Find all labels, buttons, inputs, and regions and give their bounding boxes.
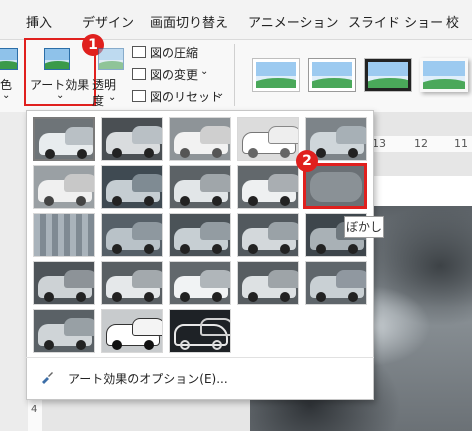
art-effect-photocopy[interactable] — [101, 309, 163, 353]
art-effect-watercolor[interactable] — [169, 213, 231, 257]
change-picture-icon — [132, 68, 146, 80]
art-effect-crisscross-etching[interactable] — [33, 261, 95, 305]
change-picture-arrow-icon[interactable]: ⌄ — [200, 66, 208, 77]
picture-style-thumb[interactable] — [364, 58, 412, 92]
blur-tooltip: ぼかし — [344, 216, 384, 238]
art-effect-pencil-grayscale[interactable] — [169, 117, 231, 161]
art-effect-paint-brush[interactable] — [169, 165, 231, 209]
art-effect-marker[interactable] — [101, 117, 163, 161]
art-effect-light-screen[interactable] — [101, 213, 163, 257]
ruler-mark: 4 — [31, 404, 38, 415]
art-effect-glass[interactable] — [305, 261, 367, 305]
art-effect-glow-edges[interactable] — [169, 309, 231, 353]
art-effect-plastic-wrap[interactable] — [169, 261, 231, 305]
art-effects-options-item[interactable]: アート効果のオプション(E)... — [38, 366, 358, 390]
change-picture-button[interactable]: 図の変更 — [150, 66, 198, 83]
transparency-icon — [98, 48, 124, 70]
ribbon-tabs: 挿入 デザイン 画面切り替え アニメーション スライド ショー 校 — [0, 0, 472, 40]
ribbon-separator — [234, 44, 235, 106]
art-effect-cement[interactable] — [33, 309, 95, 353]
art-effect-glow-diffused[interactable] — [237, 165, 299, 209]
ruler-mark: 12 — [414, 137, 428, 150]
art-effects-options-label: アート効果のオプション(E)... — [68, 372, 228, 386]
compress-button[interactable]: 図の圧縮 — [150, 44, 198, 61]
reset-picture-button[interactable]: 図のリセット — [150, 88, 222, 105]
art-effect-pastels-smooth[interactable] — [101, 261, 163, 305]
picture-style-thumb[interactable] — [420, 58, 468, 92]
picture-style-thumb[interactable] — [308, 58, 356, 92]
art-effect-chalk-sketch[interactable] — [33, 165, 95, 209]
reset-picture-arrow-icon[interactable]: ⌄ — [216, 88, 224, 99]
tab-design[interactable]: デザイン — [82, 12, 134, 31]
tab-insert[interactable]: 挿入 — [26, 12, 52, 31]
reset-picture-icon — [132, 90, 146, 102]
thumbnail-panel — [0, 112, 28, 431]
paintbrush-icon — [42, 372, 53, 384]
art-effect-none[interactable] — [33, 117, 95, 161]
tab-transitions[interactable]: 画面切り替え — [150, 12, 228, 31]
tab-slideshow[interactable]: スライド ショー — [348, 12, 443, 31]
color-arrow-icon[interactable]: ⌄ — [2, 90, 10, 101]
compress-icon — [132, 46, 146, 58]
transparency-arrow-icon[interactable]: ⌄ — [108, 92, 116, 103]
transparency-label-2: 度 — [92, 94, 105, 108]
transparency-button[interactable]: 透明 — [92, 76, 116, 93]
art-effect-texturizer[interactable] — [237, 261, 299, 305]
art-effect-cutout[interactable] — [237, 213, 299, 257]
art-effects-arrow-icon[interactable]: ⌄ — [56, 90, 64, 101]
horizontal-ruler: 13 12 11 — [370, 136, 472, 152]
art-effect-paint-strokes[interactable] — [101, 165, 163, 209]
step2-badge: 2 — [296, 150, 318, 172]
menu-divider — [26, 357, 374, 358]
color-icon — [0, 48, 18, 70]
ruler-mark: 11 — [454, 137, 468, 150]
art-effect-pencil-sketch[interactable] — [237, 117, 299, 161]
ruler-mark: 13 — [372, 137, 386, 150]
picture-style-thumb[interactable] — [252, 58, 300, 92]
tab-animations[interactable]: アニメーション — [248, 12, 338, 31]
ribbon: 色 ⌄ アート効果 ⌄ 1 透明 度 ⌄ 図の圧縮 図の変更 ⌄ 図のリセット … — [0, 34, 472, 112]
tab-review[interactable]: 校 — [446, 12, 459, 31]
art-effect-mosaic[interactable] — [33, 213, 95, 257]
art-effects-icon — [44, 48, 70, 70]
